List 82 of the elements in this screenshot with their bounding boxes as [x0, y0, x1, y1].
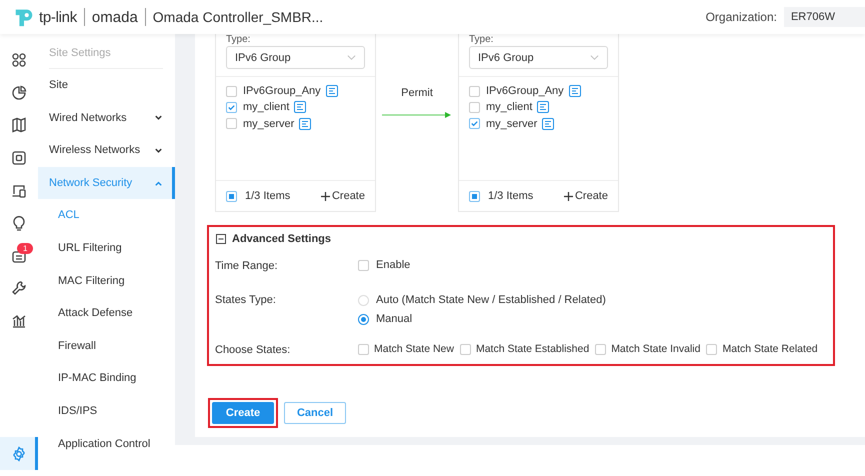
create-link[interactable]: Create	[574, 190, 608, 202]
sidebar-item[interactable]: Wired Networks	[38, 102, 175, 134]
field-label: Time Range:	[215, 259, 279, 272]
pie-chart-icon	[11, 84, 27, 101]
details-icon[interactable]	[537, 101, 550, 114]
type-label: Type:	[468, 34, 494, 45]
option-label: Match State Invalid	[611, 343, 700, 355]
details-icon[interactable]	[326, 85, 338, 98]
group-name: my_server	[486, 118, 538, 130]
chevron-icon	[154, 146, 163, 155]
product-name: omada	[92, 8, 138, 26]
group-name: my_server	[243, 118, 294, 130]
square-icon	[11, 150, 27, 166]
brand-name: tp-link	[39, 8, 77, 26]
log-button[interactable]: 1	[0, 240, 38, 272]
radio-button[interactable]	[358, 314, 369, 324]
devices-icon	[11, 182, 27, 199]
checkbox[interactable]	[226, 102, 237, 113]
field-label: Choose States:	[215, 343, 292, 356]
chevron-icon	[154, 113, 163, 122]
checkbox[interactable]	[469, 86, 480, 97]
settings-icon	[11, 446, 27, 462]
action-label: Permit	[401, 87, 433, 99]
type-select[interactable]: IPv6 Group	[226, 46, 365, 69]
option-label: Match State Established	[476, 343, 590, 355]
create-link[interactable]: Create	[332, 190, 365, 202]
plus-icon	[564, 192, 573, 200]
section-title: Advanced Settings	[232, 233, 332, 245]
checkbox[interactable]	[469, 102, 480, 113]
sidebar-subitem[interactable]: URL Filtering	[38, 232, 175, 265]
option-label: Manual	[376, 313, 412, 325]
sidebar-subitem[interactable]: IDS/IPS	[38, 394, 175, 428]
sidebar-item[interactable]: Wireless Networks	[38, 134, 175, 167]
checkbox[interactable]	[226, 86, 237, 97]
organization-field[interactable]: ER706W	[784, 7, 865, 27]
group-name: my_client	[486, 101, 532, 114]
checkbox[interactable]	[595, 344, 606, 354]
map-icon	[11, 117, 27, 134]
option-label: Match State Related	[722, 343, 818, 355]
option-label: Match State New	[374, 343, 454, 355]
lightbulb-icon	[11, 215, 27, 232]
collapse-icon[interactable]	[216, 234, 226, 244]
arrow-icon	[382, 111, 452, 119]
checkbox[interactable]	[358, 344, 369, 354]
checkbox[interactable]	[469, 118, 480, 130]
details-icon[interactable]	[299, 118, 312, 130]
option-label: Enable	[376, 259, 410, 271]
organization-label: Organization:	[706, 10, 777, 24]
details-icon[interactable]	[294, 101, 306, 114]
checkbox[interactable]	[358, 260, 369, 270]
field-label: States Type:	[215, 294, 277, 308]
caret-icon	[347, 53, 356, 62]
group-name: IPv6Group_Any	[486, 85, 564, 98]
option-label: Auto (Match State New / Established / Related)	[376, 294, 606, 306]
plus-icon	[320, 192, 330, 200]
item-count: 1/3 Items	[488, 190, 534, 202]
checkbox[interactable]	[706, 344, 718, 354]
item-count: 1/3 Items	[245, 190, 290, 202]
sidebar-heading: Site Settings	[49, 34, 163, 69]
caret-icon	[590, 53, 599, 62]
grid-icon	[11, 52, 27, 68]
group-name: my_client	[243, 101, 290, 114]
sidebar-subitem[interactable]: Attack Defense	[38, 297, 175, 330]
checkbox[interactable]	[226, 118, 237, 130]
bar-chart-icon	[11, 313, 27, 330]
wrench-icon	[11, 280, 27, 296]
select-all-checkbox[interactable]	[469, 190, 480, 202]
select-all-checkbox[interactable]	[226, 190, 237, 202]
group-name: IPv6Group_Any	[243, 85, 321, 98]
type-select[interactable]: IPv6 Group	[469, 46, 608, 69]
type-label: Type:	[225, 34, 252, 45]
notification-badge: 1	[17, 242, 34, 254]
checkbox[interactable]	[460, 344, 471, 354]
sidebar-subitem[interactable]: Application Control	[38, 428, 175, 460]
details-icon[interactable]	[568, 85, 581, 98]
sidebar-item[interactable]: Site	[38, 69, 175, 102]
sidebar-subitem[interactable]: IP-MAC Binding	[38, 362, 175, 395]
sidebar-subitem[interactable]: MAC Filtering	[38, 264, 175, 298]
settings-button[interactable]	[0, 437, 38, 470]
controller-title: Omada Controller_SMBR...	[152, 9, 324, 25]
details-icon[interactable]	[542, 118, 554, 130]
sidebar-subitem[interactable]: Firewall	[38, 330, 175, 362]
